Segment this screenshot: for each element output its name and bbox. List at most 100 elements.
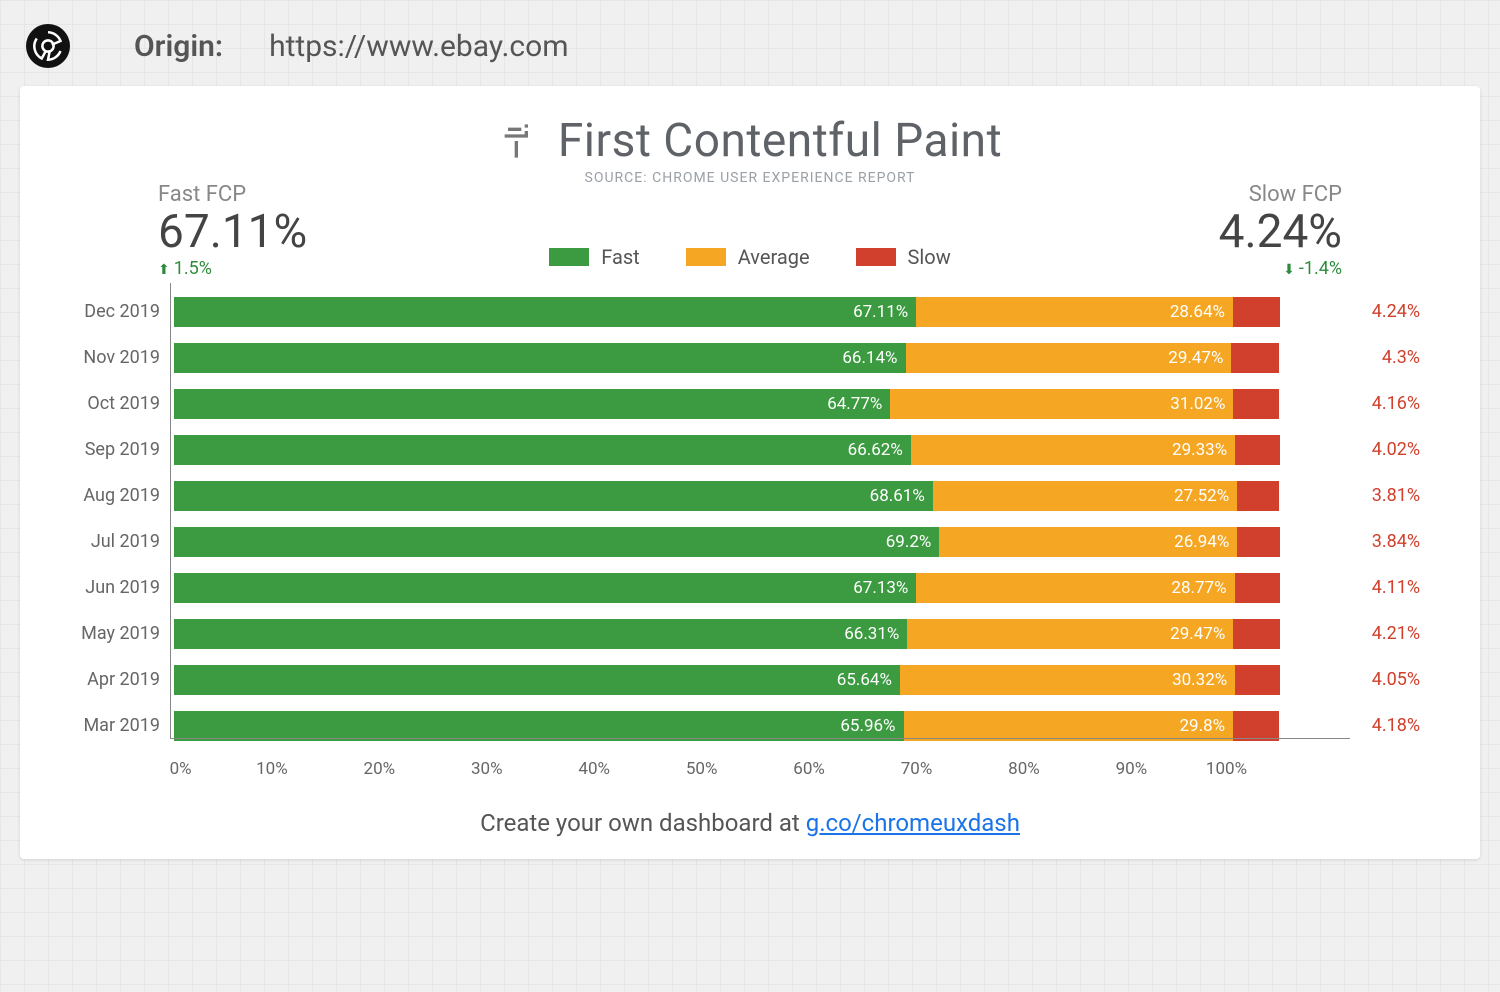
slow-fcp-metric: Slow FCP 4.24% -1.4% [1162, 182, 1342, 279]
bar-segment-fast: 65.64% [174, 665, 900, 695]
bar-value-fast: 65.96% [840, 716, 903, 736]
x-tick: 70% [901, 759, 933, 779]
bar-value-slow: 4.11% [1360, 577, 1420, 598]
bar-category-label: Sep 2019 [50, 439, 160, 460]
bar-track: 65.96% 29.8% [174, 711, 1280, 741]
bar-segment-average: 30.32% [900, 665, 1235, 695]
page-header: Origin: https://www.ebay.com [20, 18, 1480, 86]
bar-track: 64.77% 31.02% [174, 389, 1280, 419]
bar-segment-slow [1237, 481, 1279, 511]
origin-url: https://www.ebay.com [269, 29, 568, 64]
bar-value-slow: 4.18% [1360, 715, 1420, 736]
bar-track: 66.31% 29.47% [174, 619, 1280, 649]
bar-segment-average: 29.33% [911, 435, 1235, 465]
bar-track: 65.64% 30.32% [174, 665, 1280, 695]
bar-track: 67.13% 28.77% [174, 573, 1280, 603]
bar-row: May 201966.31%29.47%4.21% [170, 611, 1350, 657]
bar-segment-slow [1235, 573, 1280, 603]
bar-value-slow: 4.21% [1360, 623, 1420, 644]
chart-area: Dec 201967.11%28.64%4.24%Nov 201966.14%2… [170, 283, 1350, 779]
bar-segment-fast: 66.62% [174, 435, 911, 465]
legend-average: Average [686, 245, 810, 269]
bar-value-average: 29.33% [1172, 440, 1235, 460]
bar-track: 68.61% 27.52% [174, 481, 1280, 511]
x-tick: 20% [364, 759, 396, 779]
arrow-down-icon [1283, 258, 1295, 279]
bar-rows: Dec 201967.11%28.64%4.24%Nov 201966.14%2… [170, 283, 1350, 749]
bar-segment-fast: 67.13% [174, 573, 916, 603]
bar-value-average: 29.8% [1179, 716, 1233, 736]
x-tick: 100% [1206, 759, 1247, 779]
bar-value-fast: 64.77% [827, 394, 890, 414]
bar-value-slow: 4.05% [1360, 669, 1420, 690]
bar-segment-slow [1233, 297, 1280, 327]
bar-segment-slow [1231, 343, 1279, 373]
bar-value-slow: 4.24% [1360, 301, 1420, 322]
swatch-fast-icon [549, 248, 589, 266]
bar-segment-average: 26.94% [939, 527, 1237, 557]
bar-value-slow: 4.02% [1360, 439, 1420, 460]
bar-segment-slow [1235, 435, 1279, 465]
bar-value-average: 28.77% [1171, 578, 1234, 598]
slow-fcp-value: 4.24% [1162, 207, 1342, 258]
bar-value-fast: 68.61% [870, 486, 933, 506]
bar-value-slow: 4.3% [1360, 347, 1420, 368]
swatch-slow-icon [856, 248, 896, 266]
x-tick: 10% [256, 759, 288, 779]
bar-value-fast: 65.64% [837, 670, 900, 690]
slow-fcp-label: Slow FCP [1162, 182, 1342, 207]
footer-link[interactable]: g.co/chromeuxdash [806, 809, 1020, 837]
x-tick: 60% [793, 759, 825, 779]
bar-value-average: 28.64% [1170, 302, 1233, 322]
bar-value-slow: 3.81% [1360, 485, 1420, 506]
bar-category-label: Apr 2019 [50, 669, 160, 690]
bar-segment-slow [1233, 711, 1279, 741]
bar-segment-fast: 66.31% [174, 619, 907, 649]
bar-segment-fast: 67.11% [174, 297, 916, 327]
x-tick: 30% [471, 759, 503, 779]
x-tick: 50% [686, 759, 718, 779]
fcp-card: First Contentful Paint SOURCE: CHROME US… [20, 86, 1480, 859]
bar-segment-slow [1237, 527, 1279, 557]
x-axis-ticks: 0%10%20%30%40%50%60%70%80%90%100% [174, 759, 1280, 779]
chart-title-row: First Contentful Paint [30, 114, 1470, 168]
bar-row: Apr 201965.64%30.32%4.05% [170, 657, 1350, 703]
footer-text: Create your own dashboard at g.co/chrome… [30, 809, 1470, 837]
legend-fast: Fast [549, 245, 639, 269]
fast-fcp-delta: 1.5% [158, 258, 338, 279]
bar-segment-average: 29.47% [906, 343, 1232, 373]
bar-category-label: Mar 2019 [50, 715, 160, 736]
bar-row: Jul 201969.2%26.94%3.84% [170, 519, 1350, 565]
fast-fcp-label: Fast FCP [158, 182, 338, 207]
bar-value-fast: 67.13% [853, 578, 916, 598]
bar-category-label: May 2019 [50, 623, 160, 644]
bar-row: Nov 201966.14%29.47%4.3% [170, 335, 1350, 381]
chart-title: First Contentful Paint [558, 114, 1002, 168]
bar-value-fast: 66.14% [842, 348, 905, 368]
bar-segment-fast: 66.14% [174, 343, 906, 373]
bar-value-average: 29.47% [1168, 348, 1231, 368]
bar-value-average: 29.47% [1170, 624, 1233, 644]
bar-track: 66.62% 29.33% [174, 435, 1280, 465]
bar-segment-average: 28.64% [916, 297, 1233, 327]
bar-segment-average: 29.8% [904, 711, 1234, 741]
bar-value-average: 31.02% [1170, 394, 1233, 414]
bar-segment-slow [1235, 665, 1280, 695]
bar-value-average: 30.32% [1172, 670, 1235, 690]
bar-segment-average: 31.02% [890, 389, 1233, 419]
bar-value-fast: 67.11% [853, 302, 916, 322]
bar-category-label: Nov 2019 [50, 347, 160, 368]
bar-track: 66.14% 29.47% [174, 343, 1280, 373]
bar-row: Jun 201967.13%28.77%4.11% [170, 565, 1350, 611]
bar-segment-slow [1233, 389, 1279, 419]
bar-value-slow: 4.16% [1360, 393, 1420, 414]
bar-segment-fast: 68.61% [174, 481, 933, 511]
bar-value-average: 27.52% [1174, 486, 1237, 506]
x-tick: 0% [170, 759, 192, 779]
footer-prefix: Create your own dashboard at [480, 809, 806, 837]
bar-track: 69.2%26.94% [174, 527, 1280, 557]
bar-segment-slow [1233, 619, 1280, 649]
bar-category-label: Aug 2019 [50, 485, 160, 506]
legend-slow: Slow [856, 245, 951, 269]
origin-label: Origin: [134, 29, 223, 64]
